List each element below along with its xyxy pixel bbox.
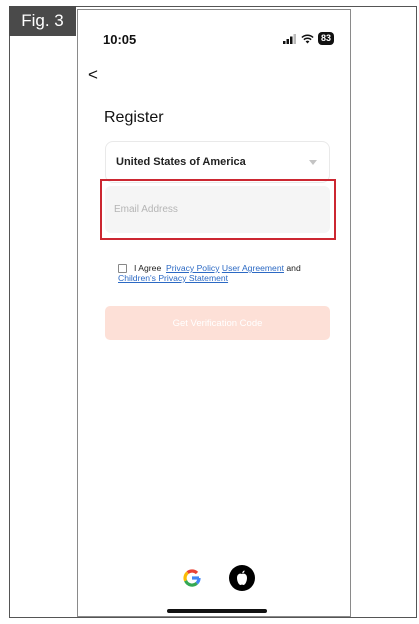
google-login-button[interactable] xyxy=(179,565,205,591)
country-value: United States of America xyxy=(116,156,246,168)
email-input[interactable] xyxy=(105,186,330,233)
country-select[interactable]: United States of America xyxy=(105,141,330,183)
and-text: and xyxy=(286,263,301,273)
figure-label: Fig. 3 xyxy=(9,6,76,36)
apple-login-button[interactable] xyxy=(229,565,255,591)
user-agreement-link[interactable]: User Agreement xyxy=(222,263,284,273)
privacy-policy-link[interactable]: Privacy Policy xyxy=(166,263,219,273)
home-indicator xyxy=(167,609,267,613)
page-title: Register xyxy=(104,109,164,126)
apple-icon xyxy=(237,570,247,585)
back-button[interactable]: < xyxy=(88,65,98,85)
agree-checkbox[interactable] xyxy=(118,264,127,273)
phone-screen: 10:05 83 < Register United States of Ame… xyxy=(77,9,351,617)
status-icons: 83 xyxy=(282,32,334,45)
agree-text: I Agree xyxy=(134,263,162,273)
signal-icon xyxy=(282,33,296,44)
wifi-icon xyxy=(301,33,314,43)
agreement-row: I Agree Privacy Policy User Agreement an… xyxy=(118,263,333,283)
status-time: 10:05 xyxy=(103,32,137,47)
chevron-down-icon xyxy=(309,160,317,165)
childrens-privacy-link[interactable]: Children's Privacy Statement xyxy=(118,273,228,283)
get-verification-code-button[interactable]: Get Verification Code xyxy=(105,306,330,340)
battery-icon: 83 xyxy=(317,32,334,45)
google-icon xyxy=(183,569,201,587)
